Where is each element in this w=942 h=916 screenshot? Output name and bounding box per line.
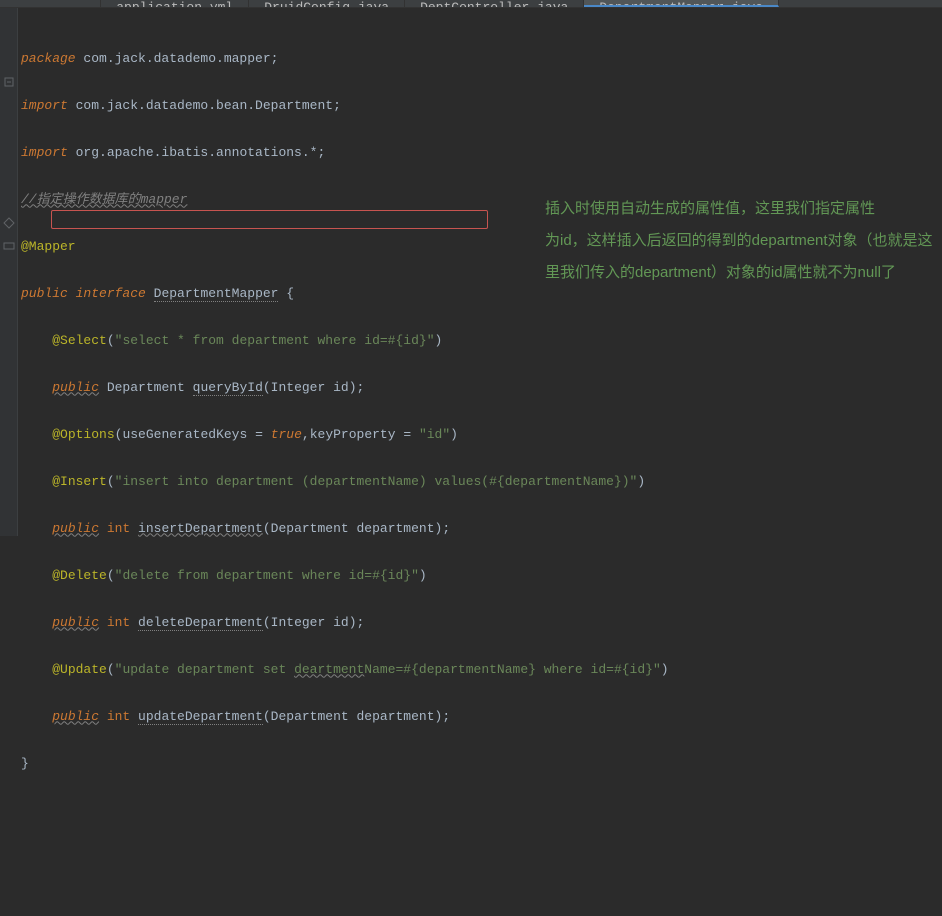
- tab-1[interactable]: .........: [0, 0, 101, 7]
- punct: ,: [302, 427, 310, 442]
- punct: (: [107, 568, 115, 583]
- keyword: public: [52, 380, 99, 395]
- params: (Integer id): [263, 615, 357, 630]
- punct: (: [107, 662, 115, 677]
- bool-literal: true: [271, 427, 302, 442]
- keyword: public: [52, 615, 99, 630]
- method-name: queryById: [193, 380, 263, 396]
- punct: ): [419, 568, 427, 583]
- params: (Department department): [263, 521, 442, 536]
- punct: ;: [333, 98, 341, 113]
- punct: (: [107, 474, 115, 489]
- tab-4[interactable]: DeptController.java: [405, 0, 584, 7]
- method-name: insertDepartment: [138, 521, 263, 536]
- annotation: @Update: [52, 662, 107, 677]
- import-path: com.jack.datademo.bean.Department: [68, 98, 333, 113]
- gutter: [0, 8, 18, 536]
- string-literal: "update department set: [115, 662, 294, 677]
- punct: ): [661, 662, 669, 677]
- annotation: @Insert: [52, 474, 107, 489]
- gutter-marker-icon[interactable]: [0, 235, 17, 259]
- tab-label: application.yml: [116, 0, 233, 7]
- type: int: [99, 521, 138, 536]
- comment: //指定操作数据库的mapper: [21, 192, 187, 207]
- tab-3[interactable]: DruidConfig.java: [249, 0, 405, 7]
- annotation-overlay: 插入时使用自动生成的属性值，这里我们指定属性 为id，这样插入后返回的得到的de…: [545, 193, 942, 289]
- attr-key: keyProperty =: [310, 427, 419, 442]
- string-typo: deartment: [294, 662, 364, 677]
- keyword: import: [21, 98, 68, 113]
- annotation: @Mapper: [21, 239, 76, 254]
- annotation: @Options: [52, 427, 114, 442]
- gutter-collapse-icon[interactable]: [0, 70, 17, 94]
- tab-bar: ......... application.yml DruidConfig.ja…: [0, 0, 942, 8]
- punct: ;: [317, 145, 325, 160]
- punct: ;: [442, 709, 450, 724]
- punct: {: [278, 286, 294, 301]
- punct: }: [21, 756, 29, 771]
- punct: ;: [442, 521, 450, 536]
- params: (Department department): [263, 709, 442, 724]
- method-name: deleteDepartment: [138, 615, 263, 631]
- tab-label: DepartmentMapper.java: [599, 0, 763, 7]
- annotation: @Delete: [52, 568, 107, 583]
- gutter-marker-icon[interactable]: [0, 211, 17, 235]
- annotation: @Select: [52, 333, 107, 348]
- string-literal: Name=#{departmentName} where id=#{id}": [364, 662, 660, 677]
- keyword: public: [21, 286, 68, 301]
- string-literal: "delete from department where id=#{id}": [115, 568, 419, 583]
- package-path: com.jack.datademo.mapper: [76, 51, 271, 66]
- method-name: updateDepartment: [138, 709, 263, 725]
- keyword: public: [52, 709, 99, 724]
- class-name: DepartmentMapper: [154, 286, 279, 302]
- type: Department: [99, 380, 193, 395]
- highlight-box: [51, 210, 488, 229]
- punct: ;: [271, 51, 279, 66]
- keyword: interface: [76, 286, 146, 301]
- punct: ;: [357, 615, 365, 630]
- tab-label: DruidConfig.java: [264, 0, 389, 7]
- string-literal: "insert into department (departmentName)…: [115, 474, 638, 489]
- tab-label: DeptController.java: [420, 0, 568, 7]
- annotation-line: 为id，这样插入后返回的得到的department对象（也就是这里我们传入的de…: [545, 225, 942, 289]
- type: int: [99, 709, 138, 724]
- keyword: import: [21, 145, 68, 160]
- string-literal: "id": [419, 427, 450, 442]
- params: (Integer id): [263, 380, 357, 395]
- annotation-line: 插入时使用自动生成的属性值，这里我们指定属性: [545, 193, 942, 225]
- string-literal: "select * from department where id=#{id}…: [115, 333, 435, 348]
- editor-container: package com.jack.datademo.mapper; import…: [0, 8, 942, 536]
- code-editor[interactable]: package com.jack.datademo.mapper; import…: [18, 8, 942, 536]
- tab-label: .........: [15, 0, 85, 7]
- punct: ): [450, 427, 458, 442]
- import-path: org.apache.ibatis.annotations.*: [68, 145, 318, 160]
- attr-key: useGeneratedKeys =: [122, 427, 270, 442]
- type: int: [99, 615, 138, 630]
- punct: (: [107, 333, 115, 348]
- tab-2[interactable]: application.yml: [101, 0, 249, 7]
- punct: ): [435, 333, 443, 348]
- keyword: package: [21, 51, 76, 66]
- tab-active[interactable]: DepartmentMapper.java: [584, 0, 779, 7]
- keyword: public: [52, 521, 99, 536]
- punct: ;: [357, 380, 365, 395]
- punct: ): [637, 474, 645, 489]
